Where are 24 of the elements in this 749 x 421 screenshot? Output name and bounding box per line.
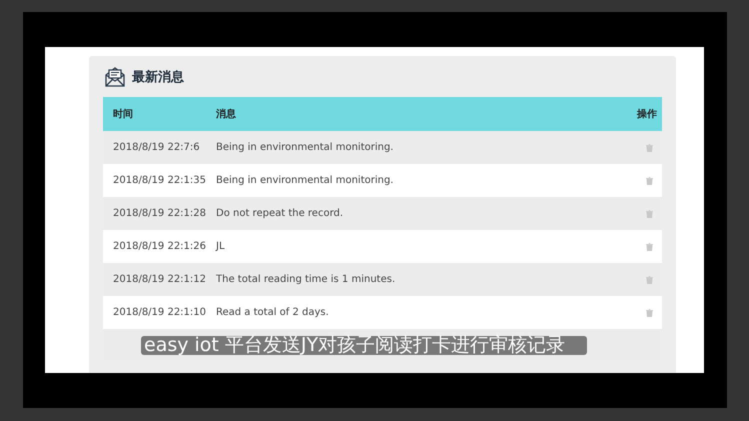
column-header: 操作 bbox=[637, 108, 658, 121]
table-cell-text: 2018/8/19 22:1:26 bbox=[112, 241, 208, 252]
trash-icon[interactable] bbox=[646, 308, 652, 316]
trash-icon[interactable] bbox=[646, 210, 652, 218]
table-cell-text: 2018/8/19 22:1:28 bbox=[112, 208, 208, 219]
column-header: 时间 bbox=[112, 108, 134, 121]
table-cell-text: 2018/8/19 22:1:10 bbox=[112, 307, 208, 318]
table-cell-text: Read a total of 2 days. bbox=[216, 307, 330, 318]
table-cell-text: Do not repeat the record. bbox=[216, 208, 344, 219]
table-cell-text: Being in environmental monitoring. bbox=[216, 142, 394, 153]
table-cell-text: JL bbox=[216, 241, 226, 252]
trash-icon[interactable] bbox=[646, 276, 652, 284]
table-cell-text: The total reading time is 1 minutes. bbox=[216, 274, 396, 285]
video-subtitle: easy iot 平台发送JY对孩子阅读打卡进行审核记录 bbox=[141, 336, 587, 355]
trash-icon[interactable] bbox=[646, 176, 652, 184]
envelope-icon bbox=[104, 66, 126, 88]
table-cell-text: 2018/8/19 22:1:12 bbox=[112, 274, 208, 285]
table-cell-text: 2018/8/19 22:1:35 bbox=[112, 175, 208, 186]
table-cell-text: 2018/8/19 22:7:6 bbox=[112, 142, 201, 153]
column-header: 消息 bbox=[216, 108, 237, 121]
panel-title: 最新消息 bbox=[132, 68, 184, 86]
table-cell-text: Being in environmental monitoring. bbox=[216, 175, 394, 186]
trash-icon[interactable] bbox=[646, 242, 652, 250]
trash-icon[interactable] bbox=[646, 144, 652, 152]
